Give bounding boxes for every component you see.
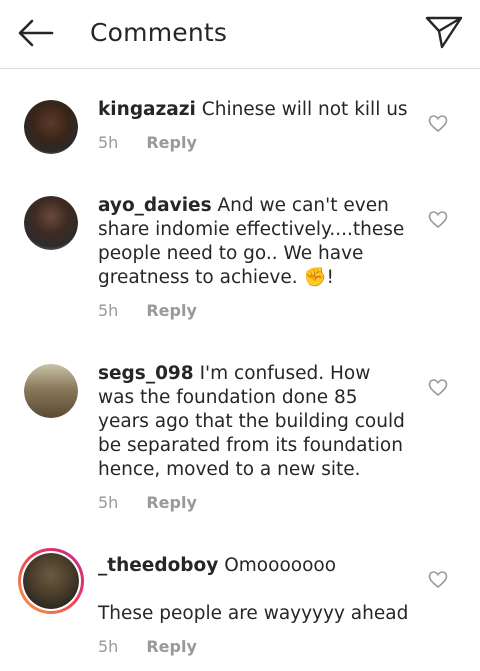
arrow-left-icon[interactable] — [16, 18, 56, 48]
comment-meta: 5h Reply — [98, 636, 197, 658]
avatar[interactable] — [24, 364, 78, 418]
comment-text: ayo_davies And we can't even share indom… — [98, 194, 408, 290]
comment-username[interactable]: ayo_davies — [98, 195, 212, 216]
page-title: Comments — [90, 18, 228, 47]
avatar[interactable] — [24, 196, 78, 250]
comment-item: segs_098 I'm confused. How was the found… — [0, 360, 480, 520]
comment-time: 5h — [98, 301, 119, 320]
comment-body: Omooooooo — [224, 555, 337, 576]
avatar — [23, 553, 79, 609]
reply-button[interactable]: Reply — [146, 493, 197, 512]
top-app-bar: Comments — [0, 0, 480, 69]
comment-text: _theedoboy Omooooooo — [98, 554, 418, 578]
avatar[interactable] — [24, 100, 78, 154]
paper-plane-icon[interactable] — [424, 14, 464, 50]
comment-username[interactable]: _theedoboy — [98, 555, 218, 576]
comment-time: 5h — [98, 637, 119, 656]
comment-item: ayo_davies And we can't even share indom… — [0, 192, 480, 332]
heart-icon[interactable] — [428, 378, 448, 398]
comment-meta: 5h Reply — [98, 132, 197, 154]
comment-time: 5h — [98, 493, 119, 512]
story-ring[interactable] — [18, 548, 84, 614]
heart-icon[interactable] — [428, 114, 448, 134]
comment-body: Chinese will not kill us — [201, 99, 408, 120]
heart-icon[interactable] — [428, 210, 448, 230]
reply-button[interactable]: Reply — [146, 133, 197, 152]
comment-time: 5h — [98, 133, 119, 152]
comment-body-line: These people are wayyyyy ahead — [98, 603, 409, 624]
comment-item: _theedoboy Omooooooo These people are wa… — [0, 548, 480, 671]
comment-meta: 5h Reply — [98, 492, 197, 514]
comment-username[interactable]: segs_098 — [98, 363, 194, 384]
comment-username[interactable]: kingazazi — [98, 99, 196, 120]
reply-button[interactable]: Reply — [146, 301, 197, 320]
heart-icon[interactable] — [428, 570, 448, 590]
comment-item: kingazazi Chinese will not kill us 5h Rep… — [0, 96, 480, 166]
comment-text: segs_098 I'm confused. How was the found… — [98, 362, 406, 482]
comment-meta: 5h Reply — [98, 300, 197, 322]
comment-text: kingazazi Chinese will not kill us — [98, 98, 418, 122]
reply-button[interactable]: Reply — [146, 637, 197, 656]
